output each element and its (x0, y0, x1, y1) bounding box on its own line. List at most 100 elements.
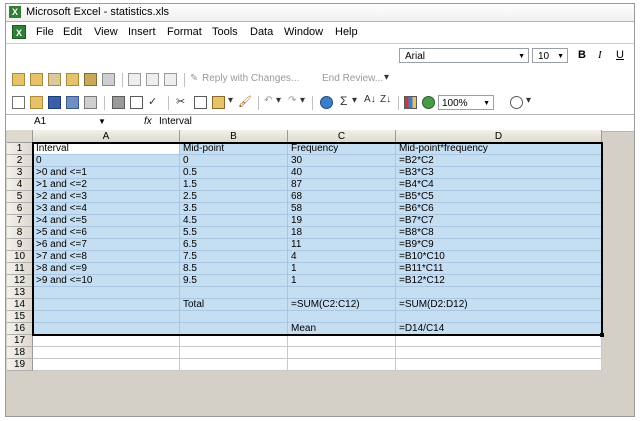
hyperlink-icon[interactable] (320, 96, 333, 109)
cell-d9[interactable]: =B9*C9 (396, 239, 602, 251)
sort-descending-icon[interactable]: Z↓ (380, 94, 391, 105)
cell-a8[interactable]: >5 and <=6 (33, 227, 180, 239)
spelling-icon[interactable]: ✓ (148, 95, 157, 108)
row-header[interactable]: 12 (7, 275, 33, 287)
cell-b9[interactable]: 6.5 (180, 239, 288, 251)
cell-a10[interactable]: >7 and <=8 (33, 251, 180, 263)
cell-a14[interactable] (33, 299, 180, 311)
folder-icon[interactable] (48, 73, 61, 86)
undo-icon[interactable]: ↶ (264, 95, 272, 106)
comment-icon[interactable] (146, 73, 159, 86)
fill-handle[interactable] (600, 333, 604, 337)
menu-insert[interactable]: Insert (128, 26, 156, 38)
select-all-corner[interactable] (7, 130, 33, 143)
cell-c5[interactable]: 68 (288, 191, 396, 203)
cell-b13[interactable] (180, 287, 288, 299)
chevron-down-icon[interactable]: ▾ (276, 95, 281, 106)
cut-icon[interactable]: ✂ (176, 95, 185, 108)
cell-b19[interactable] (180, 359, 288, 371)
folder-icon[interactable] (84, 73, 97, 86)
row-header[interactable]: 19 (7, 359, 33, 371)
cell-c19[interactable] (288, 359, 396, 371)
menu-data[interactable]: Data (250, 26, 273, 38)
folder-icon[interactable] (12, 73, 25, 86)
cell-c3[interactable]: 40 (288, 167, 396, 179)
cell-d13[interactable] (396, 287, 602, 299)
menu-window[interactable]: Window (284, 26, 323, 38)
open-folder-icon[interactable] (30, 96, 43, 109)
chevron-down-icon[interactable]: ▾ (228, 95, 233, 106)
menu-format[interactable]: Format (167, 26, 202, 38)
format-painter-icon[interactable]: 🖌 (238, 95, 252, 108)
help-icon[interactable] (510, 96, 523, 109)
new-document-icon[interactable] (12, 96, 25, 109)
comment-icon[interactable] (164, 73, 177, 86)
cell-a3[interactable]: >0 and <=1 (33, 167, 180, 179)
cell-b15[interactable] (180, 311, 288, 323)
cell-c7[interactable]: 19 (288, 215, 396, 227)
row-header[interactable]: 7 (7, 215, 33, 227)
toolbar-options-icon[interactable]: ▾ (526, 95, 531, 106)
row-header[interactable]: 10 (7, 251, 33, 263)
cell-c2[interactable]: 30 (288, 155, 396, 167)
cell-a4[interactable]: >1 and <=2 (33, 179, 180, 191)
font-name-select[interactable]: Arial ▼ (399, 48, 529, 63)
cell-c4[interactable]: 87 (288, 179, 396, 191)
cell-d18[interactable] (396, 347, 602, 359)
cell-c10[interactable]: 4 (288, 251, 396, 263)
cell-a18[interactable] (33, 347, 180, 359)
column-header-a[interactable]: A (33, 130, 180, 143)
cell-b4[interactable]: 1.5 (180, 179, 288, 191)
cell-b5[interactable]: 2.5 (180, 191, 288, 203)
row-header[interactable]: 8 (7, 227, 33, 239)
permission-icon[interactable] (66, 96, 79, 109)
row-header[interactable]: 1 (7, 143, 33, 155)
cell-a19[interactable] (33, 359, 180, 371)
cell-b3[interactable]: 0.5 (180, 167, 288, 179)
cell-a11[interactable]: >8 and <=9 (33, 263, 180, 275)
cell-d15[interactable] (396, 311, 602, 323)
row-header[interactable]: 2 (7, 155, 33, 167)
cell-b2[interactable]: 0 (180, 155, 288, 167)
row-header[interactable]: 13 (7, 287, 33, 299)
cell-b18[interactable] (180, 347, 288, 359)
cell-b10[interactable]: 7.5 (180, 251, 288, 263)
underline-button[interactable]: U (616, 49, 624, 61)
email-icon[interactable] (84, 96, 97, 109)
cell-d7[interactable]: =B7*C7 (396, 215, 602, 227)
row-header[interactable]: 11 (7, 263, 33, 275)
insert-function-button[interactable]: fx (144, 115, 152, 129)
cell-d3[interactable]: =B3*C3 (396, 167, 602, 179)
cell-c12[interactable]: 1 (288, 275, 396, 287)
row-header[interactable]: 9 (7, 239, 33, 251)
copy-icon[interactable] (194, 96, 207, 109)
cell-d16[interactable]: =D14/C14 (396, 323, 602, 335)
cell-a16[interactable] (33, 323, 180, 335)
cell-b8[interactable]: 5.5 (180, 227, 288, 239)
workbook-icon[interactable]: X (12, 25, 26, 39)
cell-c11[interactable]: 1 (288, 263, 396, 275)
document-icon[interactable] (102, 73, 115, 86)
chevron-down-icon[interactable]: ▾ (352, 95, 357, 106)
toolbar-options-icon[interactable]: ▾ (384, 72, 389, 83)
print-icon[interactable] (112, 96, 125, 109)
save-icon[interactable] (48, 96, 61, 109)
cell-b7[interactable]: 4.5 (180, 215, 288, 227)
cell-c9[interactable]: 11 (288, 239, 396, 251)
menu-edit[interactable]: Edit (63, 26, 82, 38)
cell-c16[interactable]: Mean (288, 323, 396, 335)
row-header[interactable]: 18 (7, 347, 33, 359)
cell-d12[interactable]: =B12*C12 (396, 275, 602, 287)
end-review-button[interactable]: End Review... (322, 73, 383, 84)
zoom-select[interactable]: 100% ▼ (438, 95, 494, 110)
cell-c1[interactable]: Frequency (288, 143, 396, 155)
chevron-down-icon[interactable]: ▼ (98, 117, 106, 126)
font-size-select[interactable]: 10 ▼ (532, 48, 568, 63)
print-preview-icon[interactable] (130, 96, 143, 109)
autosum-icon[interactable]: Σ (340, 94, 347, 108)
cell-d19[interactable] (396, 359, 602, 371)
cell-d6[interactable]: =B6*C6 (396, 203, 602, 215)
redo-icon[interactable]: ↷ (288, 95, 296, 106)
sort-ascending-icon[interactable]: A↓ (364, 94, 376, 105)
cell-a12[interactable]: >9 and <=10 (33, 275, 180, 287)
